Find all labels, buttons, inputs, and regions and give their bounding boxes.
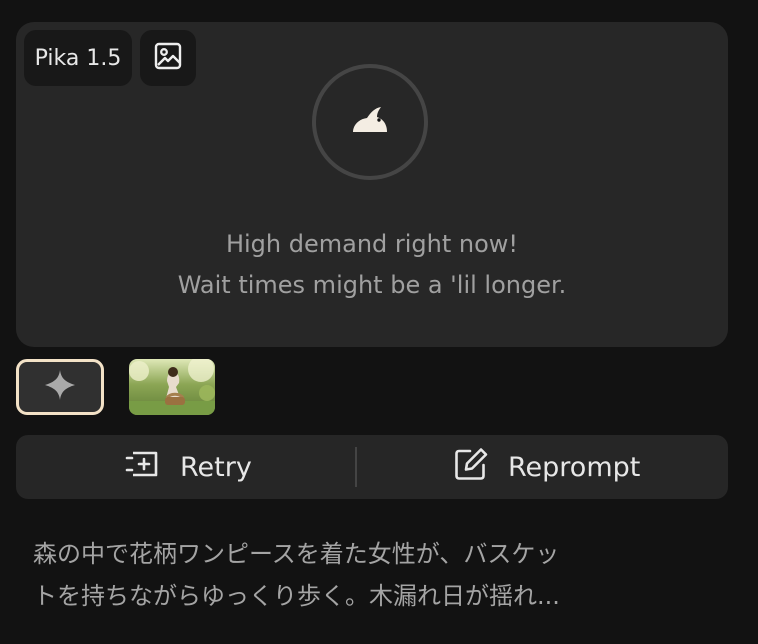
model-label: Pika 1.5 [34, 45, 122, 71]
retry-icon [124, 445, 162, 490]
retry-button[interactable]: Retry [124, 435, 252, 499]
prompt-text: 森の中で花柄ワンピースを着た女性が、バスケッ トを持ちながらゆっくり歩く。木漏れ… [33, 540, 560, 610]
bunny-icon [349, 104, 391, 140]
sparkle-icon [43, 368, 77, 406]
action-divider [355, 447, 357, 487]
retry-label: Retry [180, 451, 252, 483]
loading-spinner [312, 64, 428, 180]
image-icon [153, 41, 183, 75]
status-title: High demand right now! [225, 230, 519, 258]
edit-icon [452, 445, 490, 490]
status-subtitle: Wait times might be a 'lil longer. [177, 271, 567, 299]
model-badge[interactable]: Pika 1.5 [24, 30, 132, 86]
reference-image [129, 359, 215, 415]
image-reference-button[interactable] [140, 30, 196, 86]
generated-thumbnail-selected[interactable] [16, 359, 104, 415]
generation-panel: Pika 1.5 High demand right now! Wait tim… [0, 0, 758, 644]
action-bar: Retry Reprompt [16, 435, 728, 499]
reference-image-thumbnail[interactable] [129, 359, 215, 415]
generation-preview-card: Pika 1.5 High demand right now! Wait tim… [16, 22, 728, 347]
reprompt-label: Reprompt [508, 451, 641, 483]
reprompt-button[interactable]: Reprompt [452, 435, 640, 499]
